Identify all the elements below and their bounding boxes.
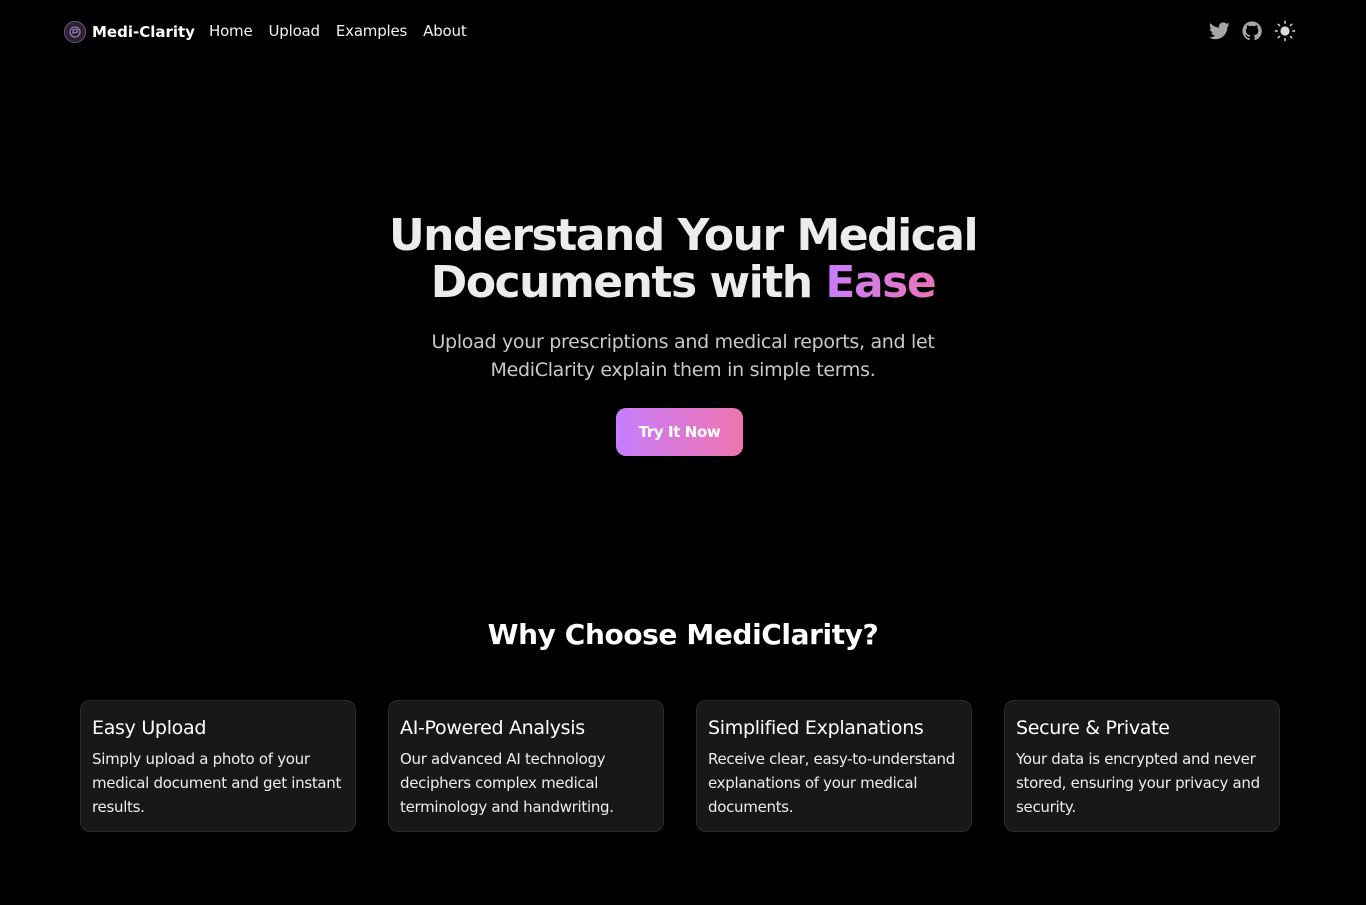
feature-card-title: AI-Powered Analysis: [400, 717, 585, 739]
brand-home-link[interactable]: Medi-Clarity: [64, 20, 195, 44]
feature-card-simplified-explanations: Simplified Explanations Receive clear, e…: [696, 700, 972, 832]
feature-card-ai-analysis: AI-Powered Analysis Our advanced AI tech…: [388, 700, 664, 832]
top-navbar: Medi-Clarity Home Upload Examples About: [0, 0, 1366, 64]
github-icon[interactable]: [1241, 20, 1263, 42]
feature-cards: Easy Upload Simply upload a photo of you…: [80, 700, 1280, 832]
feature-card-description: Our advanced AI technology deciphers com…: [400, 750, 614, 816]
feature-card-secure-private: Secure & Private Your data is encrypted …: [1004, 700, 1280, 832]
feature-card-description: Simply upload a photo of your medical do…: [92, 750, 342, 816]
nav-link-home[interactable]: Home: [209, 22, 253, 40]
twitter-icon[interactable]: [1208, 20, 1230, 42]
nav-link-upload[interactable]: Upload: [269, 22, 321, 40]
brand-name: Medi-Clarity: [92, 23, 195, 41]
hero-subtitle: Upload your prescriptions and medical re…: [431, 331, 935, 381]
logo-icon: [64, 21, 86, 43]
feature-card-title: Secure & Private: [1016, 717, 1170, 739]
nav-links: Home Upload Examples About: [209, 22, 467, 40]
hero-title: Understand Your Medical Documents with E…: [283, 212, 1083, 306]
hero-title-accent: Ease: [825, 257, 936, 308]
nav-link-about[interactable]: About: [423, 22, 467, 40]
feature-card-title: Simplified Explanations: [708, 717, 924, 739]
feature-card-easy-upload: Easy Upload Simply upload a photo of you…: [80, 700, 356, 832]
nav-link-examples[interactable]: Examples: [336, 22, 407, 40]
features-heading: Why Choose MediClarity?: [487, 618, 879, 651]
feature-card-description: Your data is encrypted and never stored,…: [1016, 750, 1260, 816]
try-it-now-button[interactable]: Try It Now: [616, 408, 743, 456]
page: Medi-Clarity Home Upload Examples About: [0, 0, 1366, 905]
feature-card-title: Easy Upload: [92, 717, 207, 739]
nav-icon-group: [1208, 20, 1296, 42]
feature-card-description: Receive clear, easy-to-understand explan…: [708, 750, 955, 816]
sun-icon[interactable]: [1274, 20, 1296, 42]
